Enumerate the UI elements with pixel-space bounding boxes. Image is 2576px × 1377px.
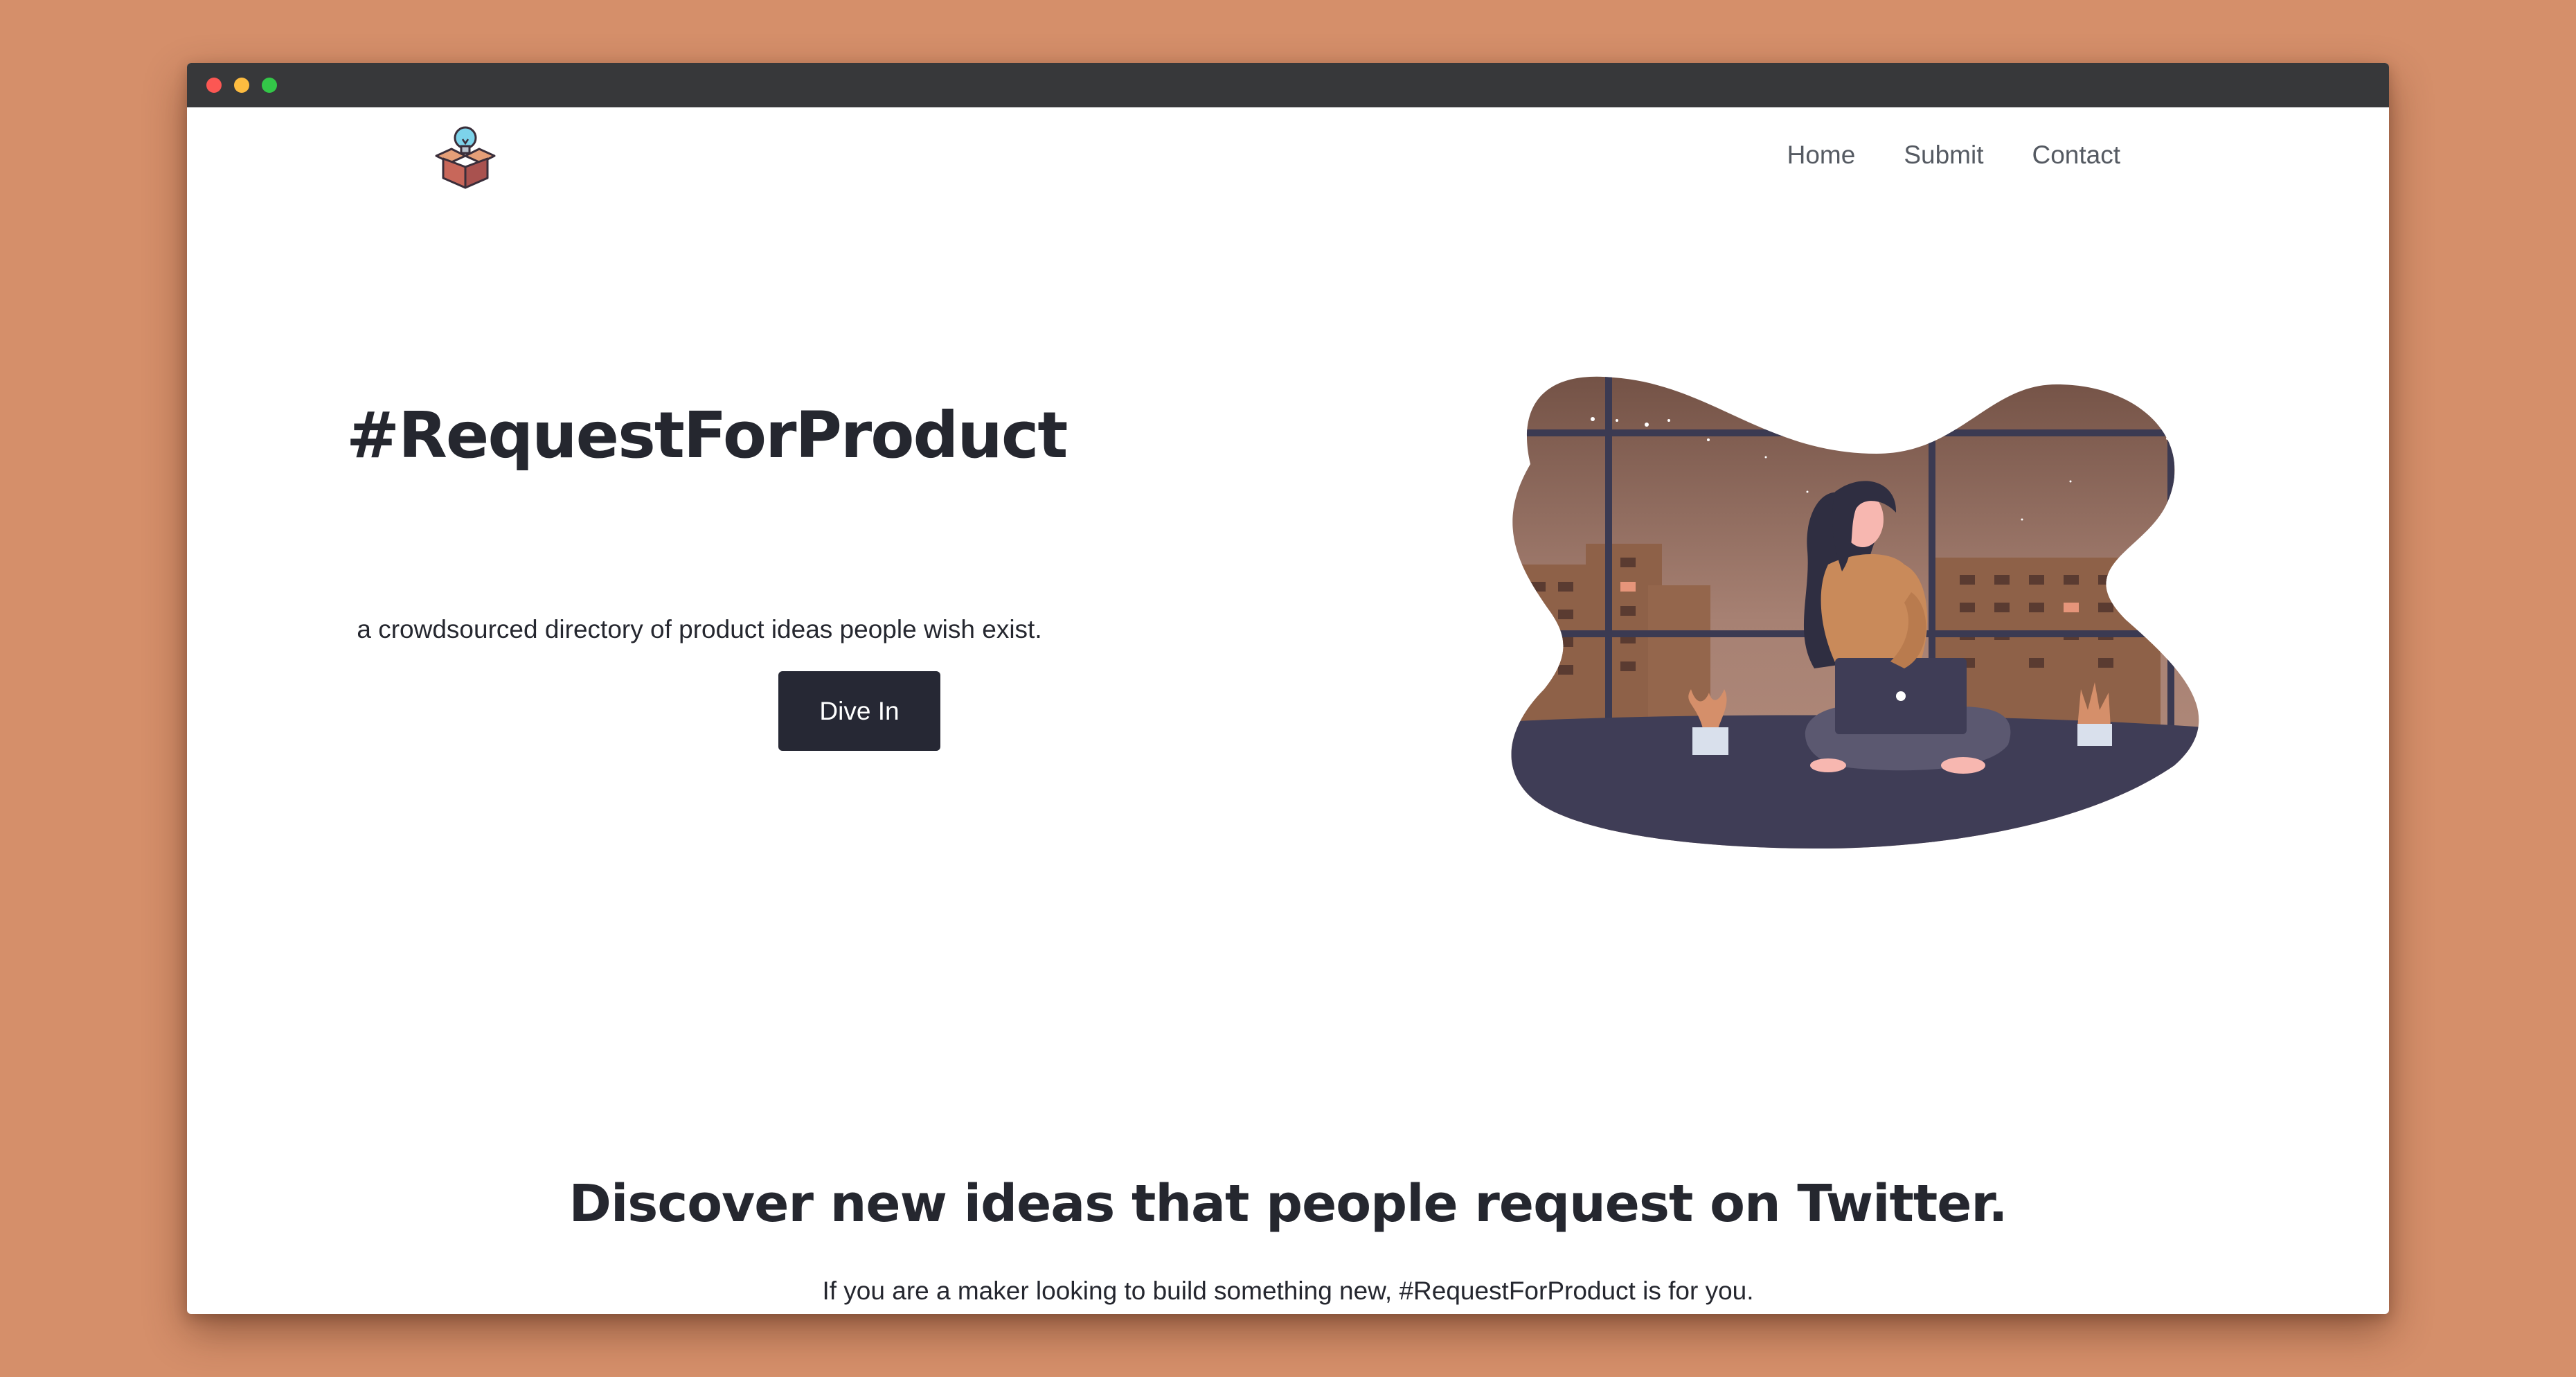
window-titlebar bbox=[187, 63, 2389, 107]
nav-submit-link[interactable]: Submit bbox=[1904, 141, 1983, 170]
close-window-button[interactable] bbox=[206, 78, 222, 93]
discover-title: Discover new ideas that people request o… bbox=[569, 1174, 2008, 1234]
box-lightbulb-icon[interactable] bbox=[431, 121, 500, 190]
maximize-window-button[interactable] bbox=[262, 78, 277, 93]
discover-subtitle: If you are a maker looking to build some… bbox=[822, 1277, 1754, 1305]
main-nav: Home Submit Contact bbox=[1787, 141, 2120, 170]
minimize-window-button[interactable] bbox=[234, 78, 249, 93]
dive-in-button[interactable]: Dive In bbox=[778, 671, 940, 751]
page-content: Home Submit Contact #RequestForProduct a… bbox=[187, 107, 2389, 1314]
hero-subtitle: a crowdsourced directory of product idea… bbox=[357, 615, 1042, 643]
browser-window: Home Submit Contact #RequestForProduct a… bbox=[187, 63, 2389, 1314]
nav-contact-link[interactable]: Contact bbox=[2032, 141, 2120, 170]
nav-home-link[interactable]: Home bbox=[1787, 141, 1856, 170]
woman-with-laptop-illustration bbox=[1511, 376, 2199, 849]
hero-title: #RequestForProduct bbox=[346, 398, 1068, 472]
